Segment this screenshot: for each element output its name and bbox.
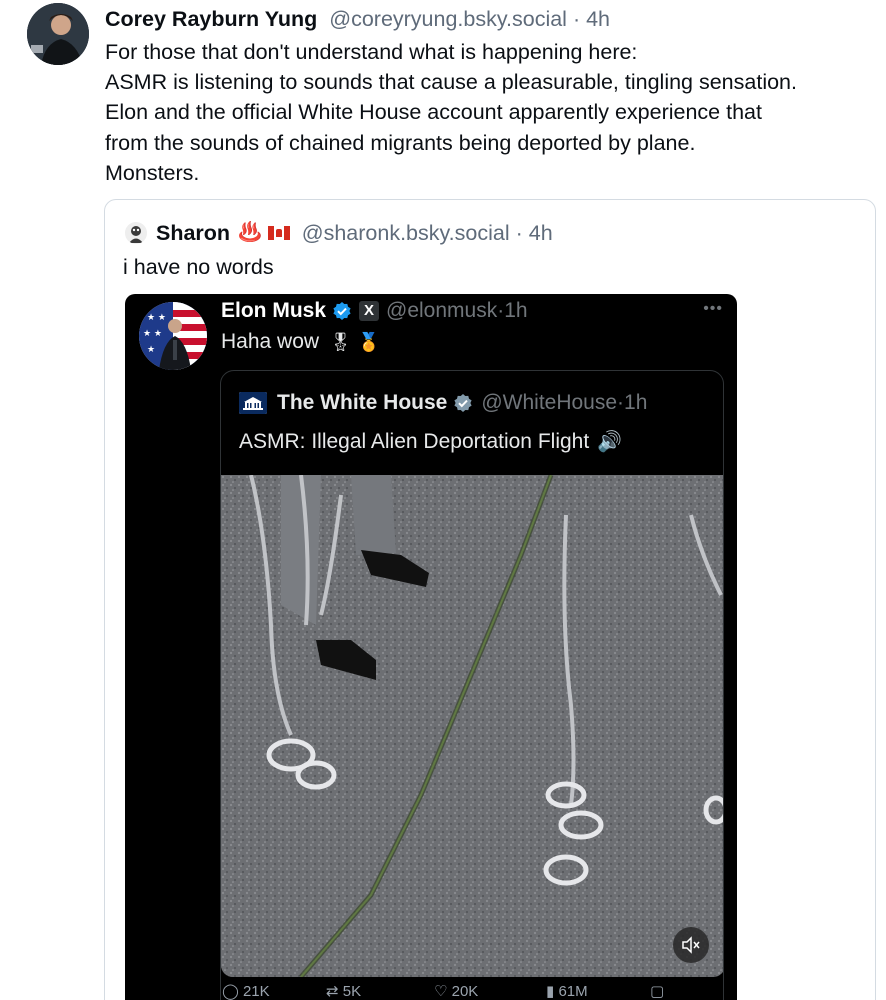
white-house-post-text: ASMR: Illegal Alien Deportation Flight 🔊 <box>239 427 622 457</box>
hot-springs-emoji: ♨️ <box>238 222 262 243</box>
mute-button[interactable] <box>673 927 709 963</box>
video-media[interactable] <box>221 475 723 977</box>
author-avatar-image <box>27 3 89 65</box>
repost-metric: ⇄ 5K <box>326 982 361 1000</box>
elon-avatar: ★ ★ ★ ★ ★ <box>139 302 207 370</box>
bluesky-post: Corey Rayburn Yung @coreyryung.bsky.soci… <box>0 0 886 1000</box>
soldier-emoji: 🎖 <box>329 332 352 352</box>
separator: · <box>566 7 587 31</box>
post-line: from the sounds of chained migrants bein… <box>105 130 696 155</box>
mute-icon <box>682 936 700 954</box>
author-handle[interactable]: @coreyryung.bsky.social <box>329 7 567 31</box>
author-name[interactable]: Corey Rayburn Yung <box>105 7 317 31</box>
canada-flag-icon <box>267 226 290 240</box>
quoted-author-avatar[interactable] <box>125 222 147 244</box>
views-icon: ▮ <box>546 983 555 1000</box>
post-line: Monsters. <box>105 160 200 185</box>
elon-post-text: Haha wow 🎖 🏅 <box>221 327 380 357</box>
elon-post-time: ·1h <box>497 299 528 322</box>
svg-text:★ ★: ★ ★ <box>147 313 166 323</box>
repost-icon: ⇄ <box>326 983 339 1000</box>
white-house-name: The White House <box>277 391 448 414</box>
white-house-quoted-post: The White House @WhiteHouse ·1h ASMR: Ill… <box>220 370 724 1000</box>
post-header: Corey Rayburn Yung @coreyryung.bsky.soci… <box>105 6 610 32</box>
elon-name: Elon Musk <box>221 299 327 322</box>
post-line: Elon and the official White House accoun… <box>105 100 762 125</box>
post-text: For those that don't understand what is … <box>105 37 880 188</box>
verified-badge-icon <box>454 394 472 412</box>
verified-badge-icon <box>333 302 351 320</box>
repost-count: 5K <box>342 983 362 1000</box>
views-metric: ▮ 61M <box>546 982 588 1000</box>
white-house-handle: @WhiteHouse <box>481 391 618 414</box>
medal-emoji: 🏅 <box>357 332 381 352</box>
engagement-metrics: ◯ 21K ⇄ 5K ♡ 20K ▮ 61M ▢ <box>126 982 736 1000</box>
like-metric: ♡ 20K <box>434 982 478 1000</box>
quoted-post-time[interactable]: 4h <box>529 220 553 246</box>
white-house-logo-icon <box>239 392 267 414</box>
video-frame-image <box>221 475 723 977</box>
author-avatar[interactable] <box>27 3 89 65</box>
quoted-author-handle[interactable]: @sharonk.bsky.social <box>302 220 510 246</box>
embedded-screenshot[interactable]: ★ ★ ★ ★ ★ Elon Musk X @elonmusk ·1h ••• H… <box>125 294 737 1000</box>
white-house-post-text-content: ASMR: Illegal Alien Deportation Flight <box>239 430 590 453</box>
reply-icon: ◯ <box>222 983 239 1000</box>
svg-text:★: ★ <box>147 345 155 355</box>
white-house-post-header: The White House @WhiteHouse ·1h <box>239 389 647 417</box>
elon-post-header: Elon Musk X @elonmusk ·1h <box>221 296 528 326</box>
elon-post-text-content: Haha wow <box>221 330 320 353</box>
separator: · <box>515 221 523 245</box>
reply-count: 21K <box>242 983 270 1000</box>
speaker-emoji: 🔊 <box>597 431 623 453</box>
reply-metric: ◯ 21K <box>222 982 270 1000</box>
views-count: 61M <box>558 983 588 1000</box>
quoted-author-name[interactable]: Sharon <box>156 220 230 246</box>
svg-text:★ ★: ★ ★ <box>143 329 162 339</box>
elon-avatar-image: ★ ★ ★ ★ ★ <box>139 302 207 370</box>
bookmark-icon: ▢ <box>650 983 665 1000</box>
quoted-avatar-image <box>125 222 147 244</box>
more-options-icon: ••• <box>703 300 723 317</box>
post-line: For those that don't understand what is … <box>105 40 638 64</box>
post-time[interactable]: 4h <box>586 7 610 31</box>
white-house-post-time: ·1h <box>617 391 648 414</box>
quoted-post-header: Sharon ♨️ @sharonk.bsky.social · 4h <box>125 220 553 246</box>
like-icon: ♡ <box>434 983 448 1000</box>
like-count: 20K <box>451 983 479 1000</box>
x-logo-badge: X <box>359 301 380 321</box>
elon-handle: @elonmusk <box>386 299 498 322</box>
post-line: ASMR is listening to sounds that cause a… <box>105 70 797 95</box>
quoted-post-text: i have no words <box>123 255 274 279</box>
